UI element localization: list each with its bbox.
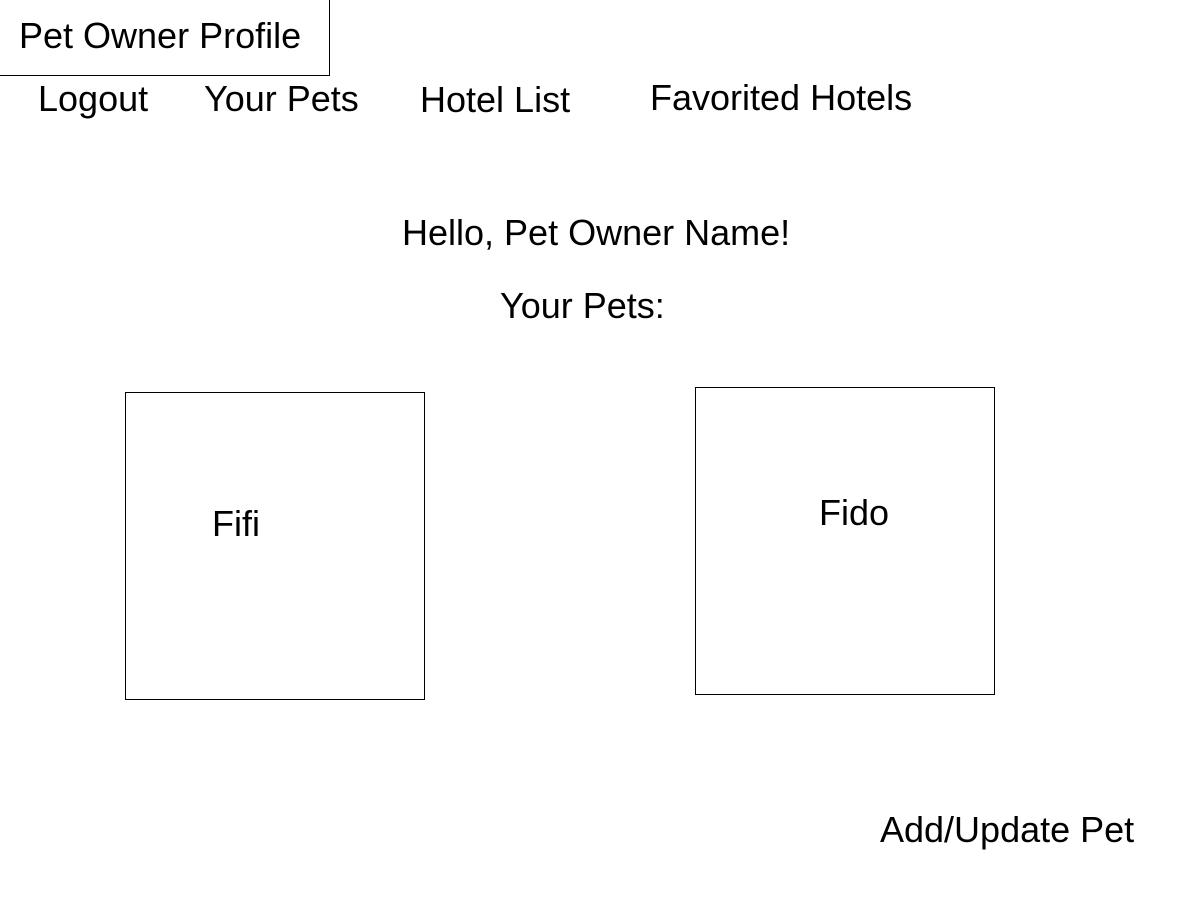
logout-link[interactable]: Logout bbox=[38, 79, 148, 119]
hotel-list-link[interactable]: Hotel List bbox=[420, 80, 570, 120]
pets-heading: Your Pets: bbox=[500, 285, 665, 326]
greeting-text: Hello, Pet Owner Name! bbox=[402, 212, 791, 253]
pet-name: Fido bbox=[819, 492, 890, 533]
favorited-hotels-link[interactable]: Favorited Hotels bbox=[650, 78, 912, 118]
pet-card-fido[interactable]: Fido bbox=[695, 387, 995, 695]
add-update-pet-link[interactable]: Add/Update Pet bbox=[880, 810, 1134, 850]
page-title-box: Pet Owner Profile bbox=[0, 0, 330, 76]
pet-name: Fifi bbox=[212, 503, 260, 544]
page-title: Pet Owner Profile bbox=[19, 15, 302, 56]
pet-card-fifi[interactable]: Fifi bbox=[125, 392, 425, 700]
your-pets-link[interactable]: Your Pets bbox=[204, 79, 359, 119]
